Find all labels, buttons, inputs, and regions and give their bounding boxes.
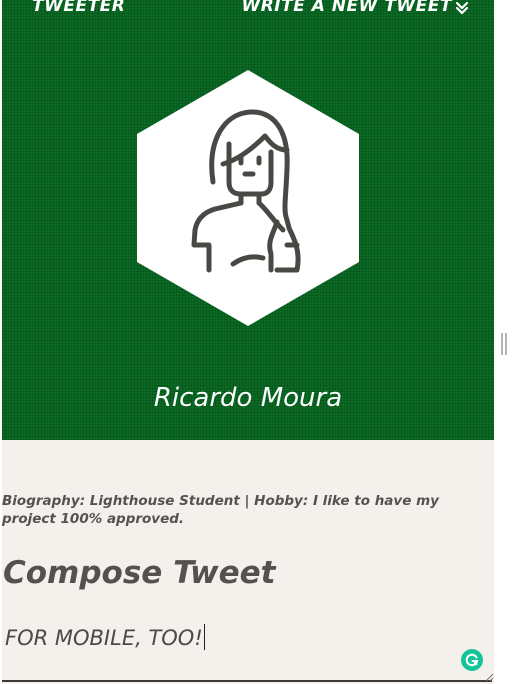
double-chevron-down-icon: [455, 1, 469, 15]
tweet-textarea[interactable]: [2, 616, 492, 682]
compose-tweet-heading: Compose Tweet: [3, 555, 276, 591]
resize-grip-icon[interactable]: [484, 672, 494, 682]
woman-avatar-icon: [137, 70, 359, 326]
scrollbar-thumb[interactable]: [500, 333, 508, 355]
top-nav: TWEETER WRITE A NEW TWEET: [2, 0, 494, 18]
write-new-tweet-label: WRITE A NEW TWEET: [241, 0, 452, 16]
browser-viewport: TWEETER WRITE A NEW TWEET Ricardo Moura …: [0, 0, 513, 684]
profile-header: TWEETER WRITE A NEW TWEET Ricardo Moura: [2, 0, 494, 440]
grammarly-icon[interactable]: [461, 649, 483, 671]
user-bio: Biography: Lighthouse Student | Hobby: I…: [2, 492, 439, 527]
write-new-tweet-link[interactable]: WRITE A NEW TWEET: [241, 0, 470, 18]
avatar: [137, 70, 359, 326]
profile-page: TWEETER WRITE A NEW TWEET Ricardo Moura …: [2, 0, 494, 684]
brand-logo[interactable]: TWEETER: [32, 0, 125, 15]
user-name: Ricardo Moura: [153, 383, 343, 413]
